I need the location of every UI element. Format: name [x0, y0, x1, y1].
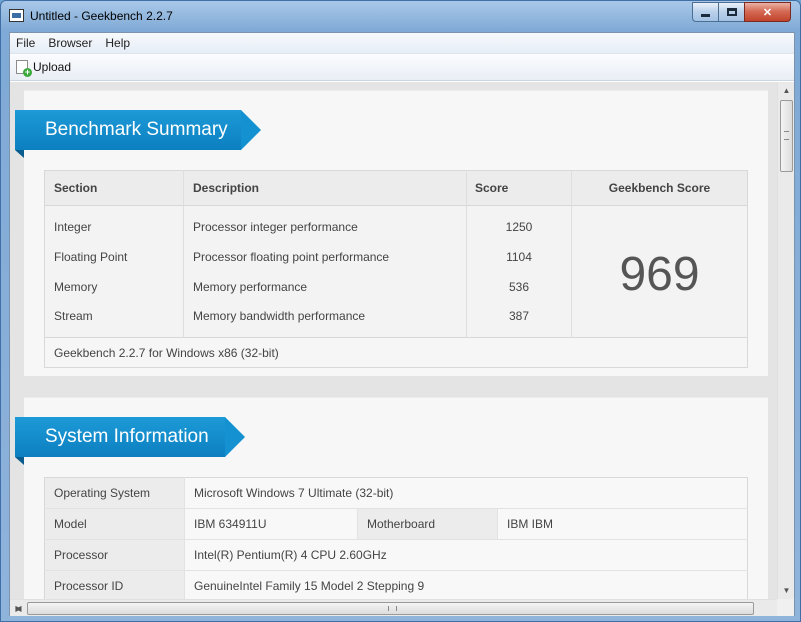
- menu-bar: File Browser Help: [10, 33, 794, 54]
- vertical-scroll-thumb[interactable]: [780, 100, 793, 172]
- scroll-down-icon[interactable]: ▼: [778, 582, 795, 599]
- column-header-section: Section: [44, 170, 184, 206]
- section-cell: Memory: [44, 271, 184, 302]
- results-view[interactable]: Benchmark Summary Section Description Sc…: [10, 82, 777, 599]
- table-row: Operating System Microsoft Windows 7 Ult…: [44, 477, 748, 509]
- system-information-panel: System Information Operating System Micr…: [15, 397, 768, 599]
- description-cell: Memory bandwidth performance: [183, 301, 467, 338]
- scroll-right-icon[interactable]: ▶: [10, 600, 27, 617]
- table-row: Integer Processor integer performance 12…: [44, 205, 748, 338]
- table-row: Processor ID GenuineIntel Family 15 Mode…: [44, 570, 748, 599]
- app-window: Untitled - Geekbench 2.2.7 ✕ File Browse…: [0, 0, 801, 622]
- menu-file[interactable]: File: [16, 36, 35, 50]
- system-information-heading: System Information: [15, 417, 245, 465]
- horizontal-scroll-thumb[interactable]: [27, 602, 754, 615]
- maximize-icon: [726, 8, 737, 16]
- benchmark-summary-panel: Benchmark Summary Section Description Sc…: [15, 90, 768, 376]
- score-cell: 1104: [466, 241, 572, 272]
- score-cell: 536: [466, 271, 572, 302]
- section-cell: Integer: [44, 205, 184, 242]
- title-bar[interactable]: Untitled - Geekbench 2.2.7 ✕: [1, 1, 800, 31]
- minimize-button[interactable]: [692, 2, 719, 22]
- motherboard-label: Motherboard: [357, 508, 498, 540]
- version-note: Geekbench 2.2.7 for Windows x86 (32-bit): [44, 337, 748, 368]
- description-cell: Memory performance: [183, 271, 467, 302]
- menu-browser[interactable]: Browser: [48, 36, 92, 50]
- section-cell: Stream: [44, 301, 184, 338]
- system-information-table: Operating System Microsoft Windows 7 Ult…: [44, 477, 748, 599]
- geekbench-score-value: 969: [619, 248, 700, 301]
- summary-footer-row: Geekbench 2.2.7 for Windows x86 (32-bit): [44, 337, 748, 368]
- benchmark-summary-heading: Benchmark Summary: [15, 110, 261, 158]
- operating-system-value: Microsoft Windows 7 Ultimate (32-bit): [184, 477, 748, 509]
- upload-icon: [16, 60, 32, 77]
- window-title: Untitled - Geekbench 2.2.7: [30, 9, 173, 23]
- table-row: Model IBM 634911U Motherboard IBM IBM: [44, 508, 748, 540]
- geekbench-score-cell: 969: [571, 205, 748, 338]
- scroll-up-icon[interactable]: ▲: [778, 82, 795, 99]
- processor-label: Processor: [44, 539, 185, 571]
- upload-button[interactable]: Upload: [16, 60, 72, 77]
- column-header-score: Score: [466, 170, 572, 206]
- benchmark-summary-table: Section Description Score Geekbench Scor…: [44, 170, 748, 368]
- close-icon: ✕: [762, 6, 773, 19]
- menu-help[interactable]: Help: [105, 36, 130, 50]
- processor-value: Intel(R) Pentium(R) 4 CPU 2.60GHz: [184, 539, 748, 571]
- app-window-icon: [9, 9, 24, 22]
- processor-id-value: GenuineIntel Family 15 Model 2 Stepping …: [184, 570, 748, 599]
- processor-id-label: Processor ID: [44, 570, 185, 599]
- minimize-icon: [701, 13, 710, 17]
- close-button[interactable]: ✕: [744, 2, 791, 22]
- description-cell: Processor integer performance: [183, 205, 467, 242]
- scrollbar-corner: [777, 599, 794, 616]
- toolbar: Upload: [10, 54, 794, 81]
- score-cell: 387: [466, 301, 572, 338]
- model-value: IBM 634911U: [184, 508, 358, 540]
- horizontal-scrollbar[interactable]: ◀ ▶: [10, 599, 777, 616]
- operating-system-label: Operating System: [44, 477, 185, 509]
- motherboard-value: IBM IBM: [497, 508, 748, 540]
- client-area: File Browser Help Upload Benchmark Summa…: [9, 32, 795, 616]
- score-cell: 1250: [466, 205, 572, 242]
- description-cell: Processor floating point performance: [183, 241, 467, 272]
- maximize-button[interactable]: [718, 2, 745, 22]
- vertical-scrollbar[interactable]: ▲ ▼: [777, 82, 794, 599]
- model-label: Model: [44, 508, 185, 540]
- section-cell: Floating Point: [44, 241, 184, 272]
- table-row: Processor Intel(R) Pentium(R) 4 CPU 2.60…: [44, 539, 748, 571]
- table-header-row: Section Description Score Geekbench Scor…: [44, 170, 748, 206]
- column-header-description: Description: [183, 170, 467, 206]
- upload-label: Upload: [33, 60, 72, 74]
- column-header-geekbench-score: Geekbench Score: [571, 170, 748, 206]
